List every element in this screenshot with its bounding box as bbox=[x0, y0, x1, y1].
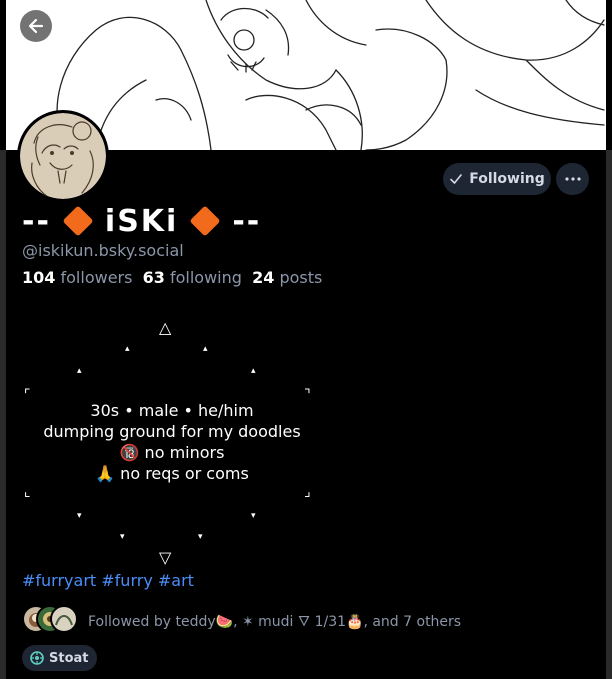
orange-diamond-icon bbox=[62, 205, 94, 237]
bio-line: dumping ground for my doodles bbox=[43, 422, 301, 441]
avatar bbox=[50, 605, 78, 633]
bio-corner: ⌟ bbox=[304, 484, 311, 500]
following-label: following bbox=[169, 268, 242, 287]
orange-diamond-icon bbox=[189, 205, 221, 237]
bio-text: 30s • male • he/him dumping ground for m… bbox=[22, 400, 322, 484]
posts-count: 24 bbox=[252, 268, 275, 287]
check-icon bbox=[450, 174, 463, 184]
followed-by-text: Followed by teddy🍉, ✶ mudi 🜄 1/31🎂, and … bbox=[88, 613, 462, 630]
followers-label: followers bbox=[60, 268, 133, 287]
profile-screen: Following -- iSKi -- @iskikun.bsky.socia… bbox=[0, 0, 612, 679]
bio-deco-small: ▾ bbox=[251, 511, 256, 521]
following-link[interactable]: 63 following bbox=[143, 268, 242, 287]
bio-deco-small: ▾ bbox=[198, 532, 203, 542]
display-name-right-dashes: -- bbox=[232, 203, 262, 239]
profile-handle: @iskikun.bsky.social bbox=[22, 241, 184, 260]
bio-line: 30s • male • he/him bbox=[90, 401, 254, 420]
window-edge-left bbox=[0, 150, 6, 679]
bio-corner: ⌞ bbox=[24, 484, 31, 500]
bio-deco-bottom: ▽ bbox=[159, 548, 172, 567]
more-options-button[interactable] bbox=[556, 163, 589, 195]
bio-deco-top: △ bbox=[159, 318, 172, 337]
following-count: 63 bbox=[142, 268, 165, 287]
window-edge-right bbox=[606, 150, 612, 679]
ellipsis-icon bbox=[564, 177, 581, 181]
bio-deco-small: ▴ bbox=[77, 366, 82, 376]
bio-line: 🙏 no reqs or coms bbox=[95, 464, 249, 483]
stoat-app-icon bbox=[30, 651, 44, 665]
stoat-chip-label: Stoat bbox=[49, 650, 89, 666]
profile-avatar[interactable] bbox=[17, 110, 109, 202]
avatar-image bbox=[20, 113, 106, 199]
stoat-chip[interactable]: Stoat bbox=[22, 645, 97, 671]
following-button-label: Following bbox=[469, 171, 545, 187]
profile-bio: △ ▴ ▴ ▴ ▴ ⌜ ⌝ 30s • male • he/him dumpin… bbox=[22, 312, 322, 572]
bio-deco-small: ▴ bbox=[251, 366, 256, 376]
back-button[interactable] bbox=[20, 10, 52, 42]
followers-count: 104 bbox=[22, 268, 56, 287]
profile-stats: 104 followers 63 following 24 posts bbox=[22, 268, 322, 287]
posts-stat: 24 posts bbox=[252, 268, 322, 287]
bio-deco-small: ▴ bbox=[125, 344, 130, 354]
follower-avatars bbox=[22, 603, 78, 635]
followers-link[interactable]: 104 followers bbox=[22, 268, 132, 287]
following-button[interactable]: Following bbox=[443, 163, 551, 195]
posts-label: posts bbox=[279, 268, 323, 287]
bio-deco-small: ▾ bbox=[77, 511, 82, 521]
display-name-core: iSKi bbox=[104, 203, 179, 239]
bio-line: 🔞 no minors bbox=[119, 443, 225, 462]
display-name: -- iSKi -- bbox=[22, 201, 261, 241]
followed-by-row[interactable]: Followed by teddy🍉, ✶ mudi 🜄 1/31🎂, and … bbox=[22, 603, 461, 635]
bio-deco-small: ▾ bbox=[120, 532, 125, 542]
bio-deco-small: ▴ bbox=[203, 344, 208, 354]
arrow-left-icon bbox=[28, 18, 44, 34]
bio-hashtags-link[interactable]: #furryart #furry #art bbox=[22, 571, 194, 590]
display-name-left-dashes: -- bbox=[22, 203, 51, 239]
